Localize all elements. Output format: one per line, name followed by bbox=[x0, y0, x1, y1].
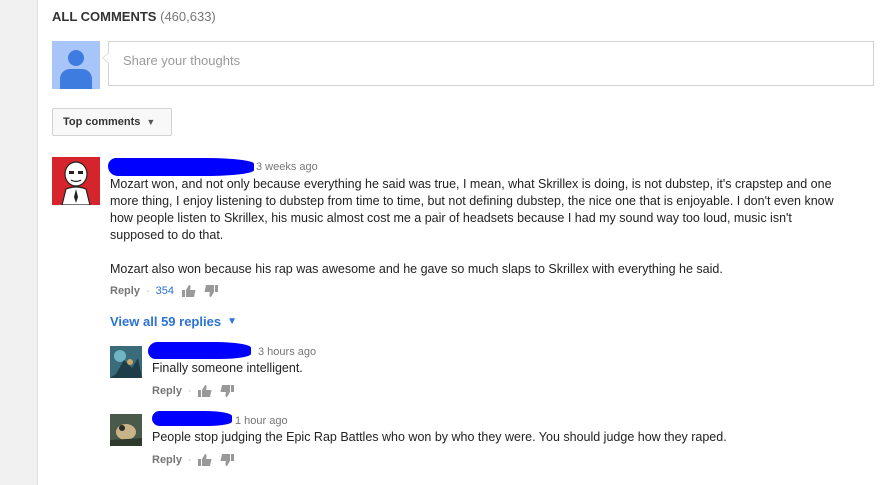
thumbs-down-icon[interactable] bbox=[220, 454, 234, 466]
thumbs-up-icon[interactable] bbox=[182, 285, 196, 297]
reply-actions: Reply · bbox=[152, 454, 242, 466]
reply-button[interactable]: Reply bbox=[152, 454, 182, 466]
reply-avatar[interactable] bbox=[110, 414, 142, 446]
view-replies-label: View all 59 replies bbox=[110, 314, 222, 329]
thumbs-up-icon[interactable] bbox=[197, 454, 212, 466]
comment-line: supposed to do that. bbox=[110, 228, 224, 242]
chevron-down-icon: ▼ bbox=[146, 117, 156, 127]
sort-comments-button[interactable]: Top comments ▼ bbox=[52, 108, 172, 136]
reply-body: People stop judging the Epic Rap Battles… bbox=[152, 430, 727, 444]
comments-title: ALL COMMENTS bbox=[52, 9, 157, 24]
chevron-down-icon: ▼ bbox=[227, 316, 237, 327]
thumbs-up-icon[interactable] bbox=[197, 385, 212, 397]
thumbs-down-icon[interactable] bbox=[204, 285, 218, 297]
comment-body: Mozart won, and not only because everyth… bbox=[110, 176, 880, 278]
reply-body: Finally someone intelligent. bbox=[152, 361, 303, 375]
reply-actions: Reply · bbox=[152, 385, 242, 397]
separator-dot: · bbox=[145, 285, 150, 297]
redacted-username bbox=[152, 411, 232, 426]
comments-header: ALL COMMENTS (460,633) bbox=[52, 9, 216, 24]
like-count: 354 bbox=[155, 285, 174, 297]
reply-button[interactable]: Reply bbox=[152, 385, 182, 397]
reply-timestamp: 3 hours ago bbox=[258, 346, 317, 358]
separator-dot: · bbox=[187, 454, 192, 466]
thumbs-down-icon[interactable] bbox=[220, 385, 234, 397]
share-thoughts-box[interactable] bbox=[102, 41, 874, 86]
reply-avatar[interactable] bbox=[110, 346, 142, 378]
separator-dot: · bbox=[187, 385, 192, 397]
comment-line: Mozart also won because his rap was awes… bbox=[110, 262, 723, 276]
view-all-replies-link[interactable]: View all 59 replies ▼ bbox=[110, 314, 237, 329]
comment-actions: Reply · 354 bbox=[110, 285, 226, 297]
comment-line: Mozart won, and not only because everyth… bbox=[110, 177, 832, 191]
reply-timestamp: 1 hour ago bbox=[235, 415, 288, 427]
current-user-avatar bbox=[52, 41, 100, 89]
comment-line: more thing, I enjoy listening to dubstep… bbox=[110, 194, 834, 208]
commenter-avatar[interactable] bbox=[52, 157, 100, 205]
share-thoughts-input[interactable] bbox=[121, 50, 845, 70]
redacted-username bbox=[148, 342, 251, 359]
comments-count: (460,633) bbox=[160, 9, 216, 24]
comment-timestamp: 3 weeks ago bbox=[256, 161, 318, 173]
reply-button[interactable]: Reply bbox=[110, 285, 140, 297]
comment-line: how people listen to Skrillex, his music… bbox=[110, 211, 792, 225]
sort-label: Top comments bbox=[63, 116, 141, 128]
redacted-username bbox=[108, 158, 254, 176]
